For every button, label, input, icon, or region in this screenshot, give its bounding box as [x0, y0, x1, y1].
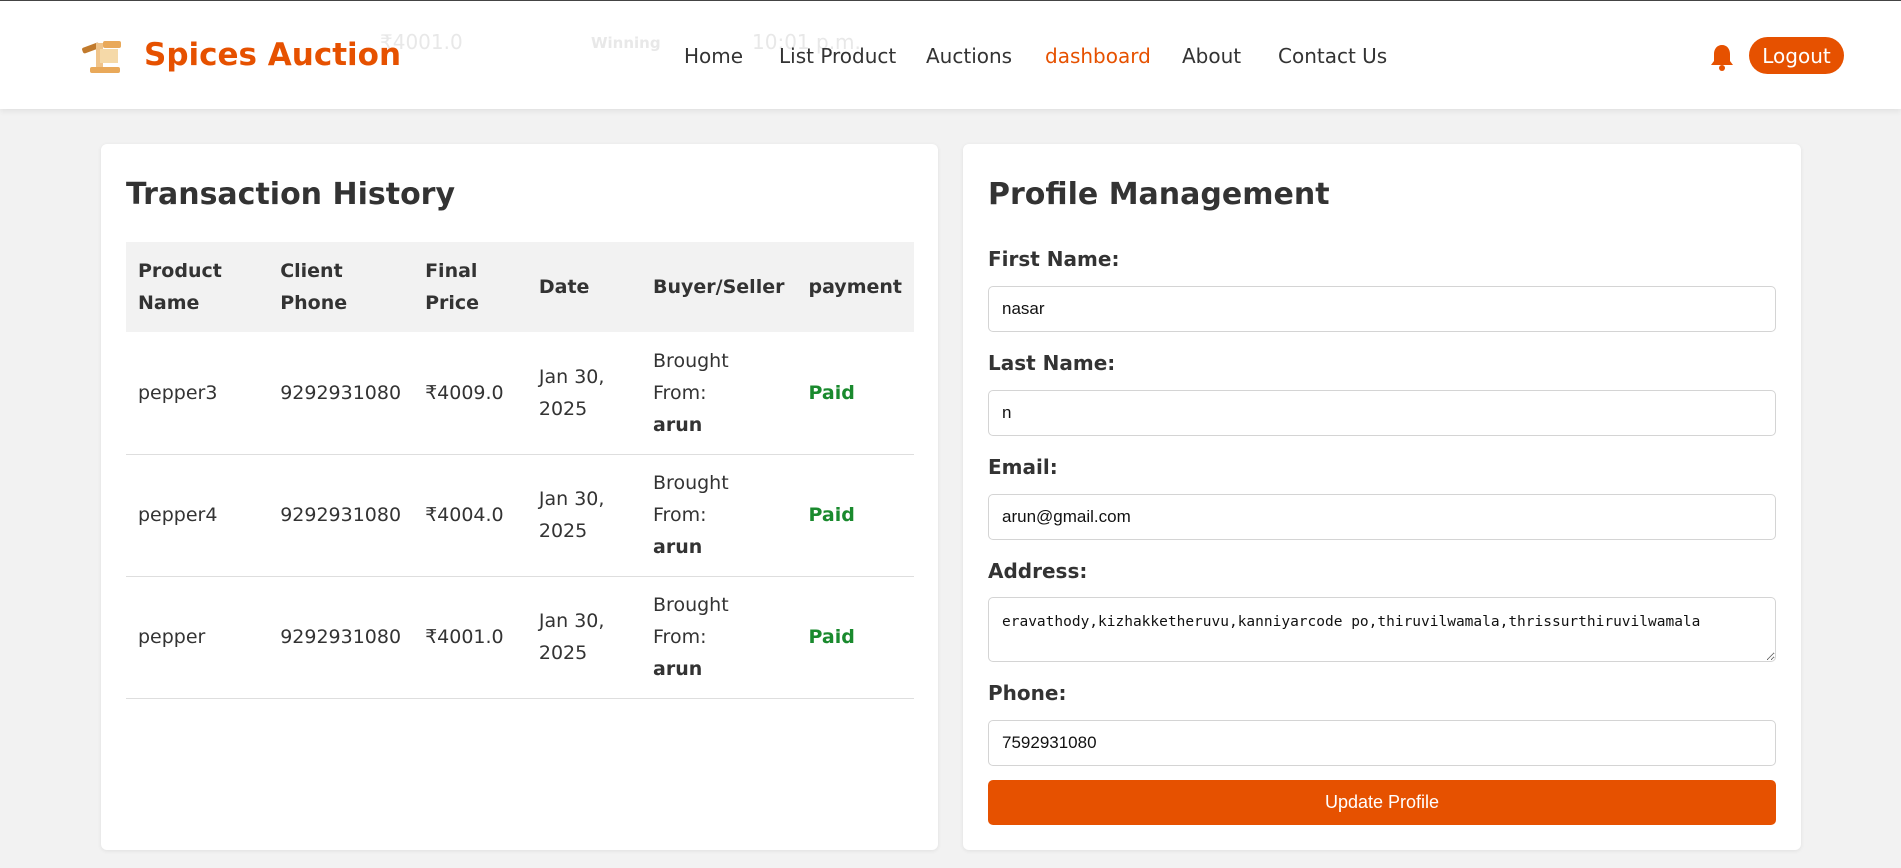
email-field[interactable] — [988, 494, 1776, 540]
column-header-date: Date — [538, 276, 590, 298]
last-name-field[interactable] — [988, 390, 1776, 436]
final-price-cell: ₹4009.0 — [425, 381, 504, 404]
transaction-table: Product Name Client Phone Final Price Da… — [126, 242, 914, 699]
table-row: pepper4 9292931080 ₹4004.0 Jan 30, 2025 … — [126, 454, 914, 576]
relation-label: Brought From: — [653, 349, 729, 404]
profile-management-card: Profile Management First Name: Last Name… — [963, 144, 1801, 850]
column-header-payment: payment — [808, 276, 902, 298]
ghost-status: Winning — [591, 34, 661, 52]
buyer-seller-cell: Brought From: arun — [641, 332, 796, 454]
logout-button[interactable]: Logout — [1749, 37, 1844, 74]
nav-home[interactable]: Home — [684, 44, 743, 68]
phone-label: Phone: — [988, 681, 1067, 705]
address-field[interactable]: eravathody,kizhakketheruvu,kanniyarcode … — [988, 597, 1776, 662]
profile-management-title: Profile Management — [988, 177, 1330, 212]
party-name: arun — [653, 658, 703, 680]
date-cell: Jan 30, 2025 — [538, 365, 605, 420]
table-row: pepper 9292931080 ₹4001.0 Jan 30, 2025 B… — [126, 576, 914, 698]
bell-icon[interactable] — [1709, 43, 1735, 71]
nav-list-product[interactable]: List Product — [779, 44, 896, 68]
payment-status: Paid — [808, 381, 855, 404]
column-header-buyer-seller: Buyer/Seller — [653, 276, 785, 298]
product-name-cell: pepper — [138, 626, 206, 648]
nav-auctions[interactable]: Auctions — [926, 44, 1012, 68]
date-cell: Jan 30, 2025 — [538, 488, 605, 542]
final-price-cell: ₹4001.0 — [425, 626, 504, 648]
product-name-cell: pepper3 — [138, 381, 218, 404]
transaction-history-card: Transaction History Product Name Client … — [101, 144, 938, 850]
last-name-label: Last Name: — [988, 351, 1116, 375]
email-label: Email: — [988, 455, 1058, 479]
relation-label: Brought From: — [653, 594, 729, 648]
nav-dashboard[interactable]: dashboard — [1045, 44, 1151, 68]
date-cell: Jan 30, 2025 — [538, 610, 605, 664]
buyer-seller-cell: Brought From: arun — [641, 576, 796, 698]
column-header-phone: Client Phone — [280, 260, 348, 314]
client-phone-cell: 9292931080 — [280, 381, 402, 404]
buyer-seller-cell: Brought From: arun — [641, 454, 796, 576]
nav-contact-us[interactable]: Contact Us — [1278, 44, 1387, 68]
brand-link[interactable]: Spices Auction — [144, 37, 401, 73]
top-navbar: ₹4001.0 Winning 10:01 p.m. Spices Auctio… — [0, 0, 1901, 109]
gavel-logo-icon — [82, 41, 121, 73]
table-header-row: Product Name Client Phone Final Price Da… — [126, 242, 914, 332]
address-label: Address: — [988, 559, 1088, 583]
first-name-label: First Name: — [988, 247, 1120, 271]
party-name: arun — [653, 413, 703, 436]
payment-status: Paid — [808, 504, 855, 526]
relation-label: Brought From: — [653, 472, 729, 526]
table-row: pepper3 9292931080 ₹4009.0 Jan 30, 2025 … — [126, 332, 914, 454]
product-name-cell: pepper4 — [138, 504, 218, 526]
phone-field[interactable] — [988, 720, 1776, 766]
column-header-product: Product Name — [138, 260, 222, 314]
nav-about[interactable]: About — [1182, 44, 1241, 68]
column-header-price: Final Price — [425, 260, 480, 314]
client-phone-cell: 9292931080 — [280, 504, 402, 526]
payment-status: Paid — [808, 626, 855, 648]
final-price-cell: ₹4004.0 — [425, 504, 504, 526]
update-profile-button[interactable]: Update Profile — [988, 780, 1776, 825]
first-name-field[interactable] — [988, 286, 1776, 332]
transaction-history-title: Transaction History — [126, 177, 456, 212]
party-name: arun — [653, 536, 703, 558]
client-phone-cell: 9292931080 — [280, 626, 402, 648]
